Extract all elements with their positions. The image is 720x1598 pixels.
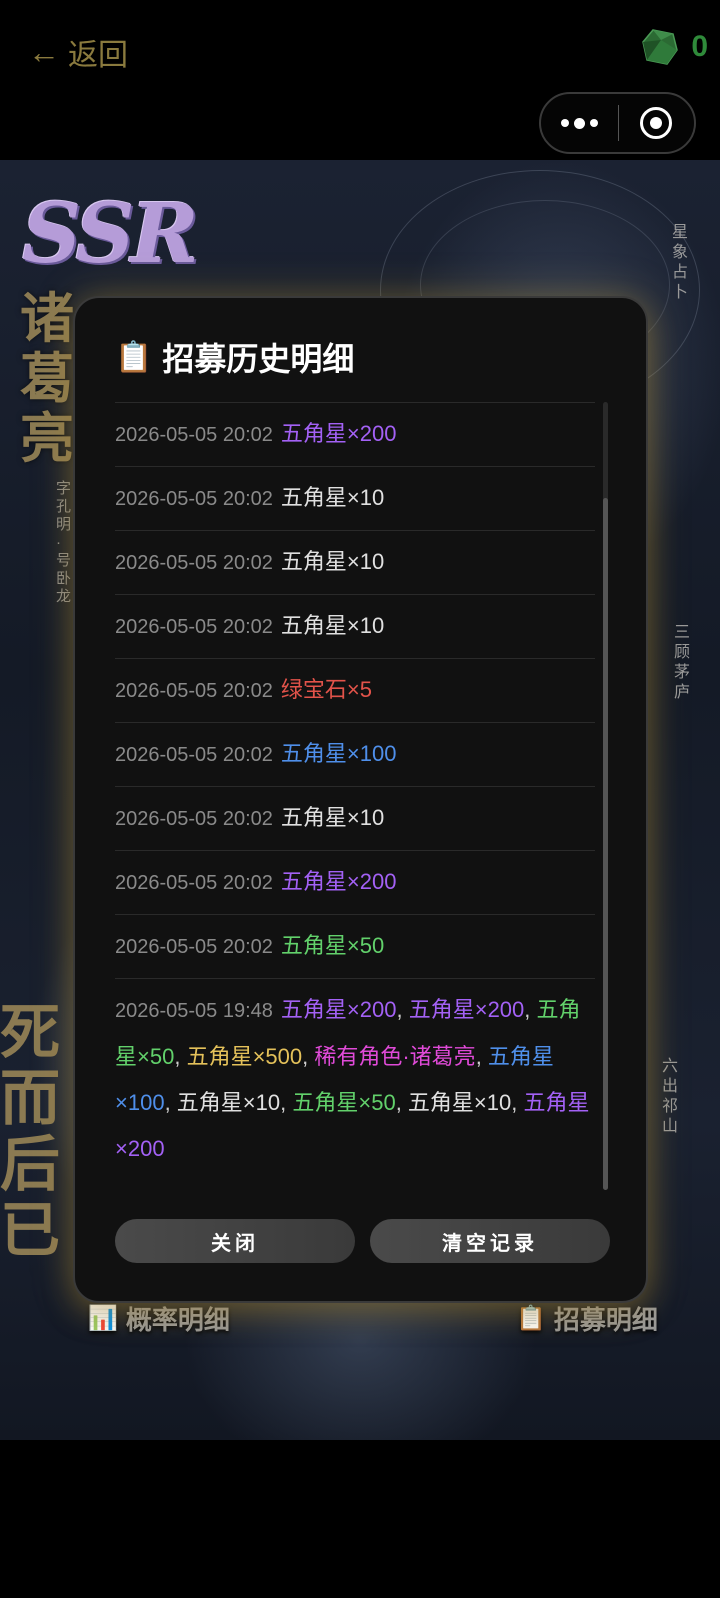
reward-item: 五角星×500 <box>186 1044 303 1069</box>
hero-motto: 死而后已 <box>0 998 60 1266</box>
reward-item: 五角星×200 <box>408 997 525 1022</box>
ssr-badge: SSR <box>22 186 199 282</box>
history-row: 2026-05-05 20:02 绿宝石×5 <box>115 658 595 722</box>
reward-item: 五角星×10 <box>280 613 385 638</box>
clear-records-button[interactable]: 清空记录 <box>370 1219 610 1263</box>
side-label-2: 三顾茅庐 <box>674 622 691 701</box>
reward-item: 五角星×200 <box>280 997 397 1022</box>
target-icon <box>640 107 673 139</box>
close-button[interactable]: 关闭 <box>115 1219 355 1263</box>
reward-item: 五角星×10 <box>280 549 385 574</box>
side-label-1: 星象占卜 <box>672 222 689 301</box>
gem-balance: 0 <box>639 26 708 68</box>
record-time: 2026-05-05 20:02 <box>115 488 273 510</box>
item-separator: , <box>395 1090 408 1115</box>
record-time: 2026-05-05 20:02 <box>115 552 273 574</box>
history-scrollbar[interactable] <box>603 402 608 1190</box>
modal-title-text: 招募历史明细 <box>162 341 355 377</box>
history-row: 2026-05-05 20:02 五角星×10 <box>115 594 595 658</box>
side-label-3: 六出祁山 <box>662 1056 679 1135</box>
reward-item: 五角星×10 <box>280 805 385 830</box>
arrow-left-icon: ← <box>28 34 60 70</box>
back-label: 返回 <box>68 39 128 72</box>
record-time: 2026-05-05 20:02 <box>115 808 273 830</box>
history-list[interactable]: 2026-05-05 20:02 五角星×200 2026-05-05 20:02 五… <box>115 402 595 1190</box>
back-button[interactable]: ← 返回 <box>28 30 128 74</box>
history-row: 2026-05-05 19:48 五角星×200, 五角星×200, 五角星×50… <box>115 978 595 1180</box>
record-time: 2026-05-05 20:02 <box>115 616 273 638</box>
item-separator: , <box>511 1090 524 1115</box>
item-separator: , <box>475 1044 488 1069</box>
reward-item: 五角星×200 <box>280 421 397 446</box>
reward-item: 五角星×10 <box>280 485 385 510</box>
item-separator: , <box>164 1090 177 1115</box>
history-row: 2026-05-05 20:02 五角星×10 <box>115 530 595 594</box>
bar-chart-icon: 📊 <box>88 1305 118 1332</box>
reward-item: 五角星×200 <box>280 869 397 894</box>
emerald-icon <box>642 29 679 65</box>
history-row: 2026-05-05 20:02 五角星×10 <box>115 466 595 530</box>
details-link[interactable]: 📋 招募明细 <box>516 1300 658 1337</box>
item-separator: , <box>396 997 409 1022</box>
item-separator: , <box>524 997 537 1022</box>
mini-program-capsule <box>539 92 696 154</box>
record-time: 2026-05-05 20:02 <box>115 936 273 958</box>
history-row: 2026-05-05 20:02 五角星×100 <box>115 722 595 786</box>
hero-name: 诸葛亮 <box>20 286 74 470</box>
item-separator: , <box>174 1044 187 1069</box>
gem-count: 0 <box>691 30 708 63</box>
history-row: 2026-05-05 20:02 五角星×200 <box>115 402 595 466</box>
modal-title: 📋 招募历史明细 <box>115 334 354 380</box>
clipboard-icon: 📋 <box>516 1305 546 1332</box>
rates-link[interactable]: 📊 概率明细 <box>88 1300 230 1337</box>
top-bar: ← 返回 0 <box>0 0 720 160</box>
record-time: 2026-05-05 19:48 <box>115 1000 273 1022</box>
item-separator: , <box>280 1090 293 1115</box>
reward-item: 绿宝石×5 <box>280 677 373 702</box>
reward-item: 五角星×10 <box>407 1090 512 1115</box>
scrollbar-thumb[interactable] <box>603 498 608 1190</box>
record-time: 2026-05-05 20:02 <box>115 872 273 894</box>
history-row: 2026-05-05 20:02 五角星×50 <box>115 914 595 978</box>
reward-item: 稀有角色·诸葛亮 <box>314 1044 476 1069</box>
reward-item: 五角星×50 <box>292 1090 396 1115</box>
more-menu-icon[interactable] <box>541 117 618 129</box>
history-row: 2026-05-05 20:02 五角星×10 <box>115 786 595 850</box>
history-row: 2026-05-05 20:02 五角星×200 <box>115 850 595 914</box>
hero-subtitle: 字孔明·号卧龙 <box>56 480 72 605</box>
record-time: 2026-05-05 20:02 <box>115 680 273 702</box>
bottom-links: 📊 概率明细 📋 招募明细 <box>0 1300 720 1360</box>
record-time: 2026-05-05 20:02 <box>115 424 273 446</box>
record-time: 2026-05-05 20:02 <box>115 744 273 766</box>
close-mini-program-button[interactable] <box>619 107 694 139</box>
clipboard-icon: 📋 <box>115 340 153 374</box>
reward-item: 五角星×50 <box>280 933 385 958</box>
reward-item: 五角星×10 <box>176 1090 281 1115</box>
reward-item: 五角星×100 <box>280 741 397 766</box>
item-separator: , <box>302 1044 315 1069</box>
rates-label: 概率明细 <box>125 1305 230 1335</box>
details-label: 招募明细 <box>553 1305 658 1335</box>
recruit-history-modal: 📋 招募历史明细 2026-05-05 20:02 五角星×200 2026-05-… <box>73 296 648 1303</box>
